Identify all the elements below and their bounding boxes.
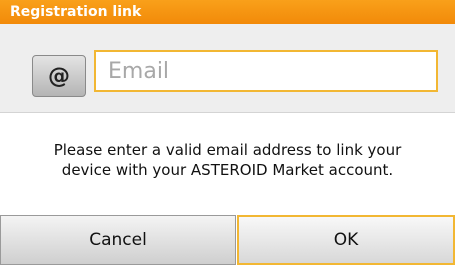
- dialog-title: Registration link: [10, 4, 142, 20]
- section-divider: [0, 112, 455, 113]
- email-section: @: [0, 24, 455, 112]
- registration-link-dialog: Registration link @ Please enter a valid…: [0, 0, 455, 265]
- email-input[interactable]: [94, 50, 438, 92]
- instruction-line-2: device with your ASTEROID Market account…: [61, 161, 394, 179]
- ok-button[interactable]: OK: [237, 215, 455, 265]
- dialog-title-bar: Registration link: [0, 0, 455, 24]
- cancel-button[interactable]: Cancel: [0, 215, 236, 265]
- instruction-line-1: Please enter a valid email address to li…: [53, 141, 402, 159]
- at-sign-icon[interactable]: @: [32, 55, 86, 97]
- instruction-message: Please enter a valid email address to li…: [0, 140, 455, 180]
